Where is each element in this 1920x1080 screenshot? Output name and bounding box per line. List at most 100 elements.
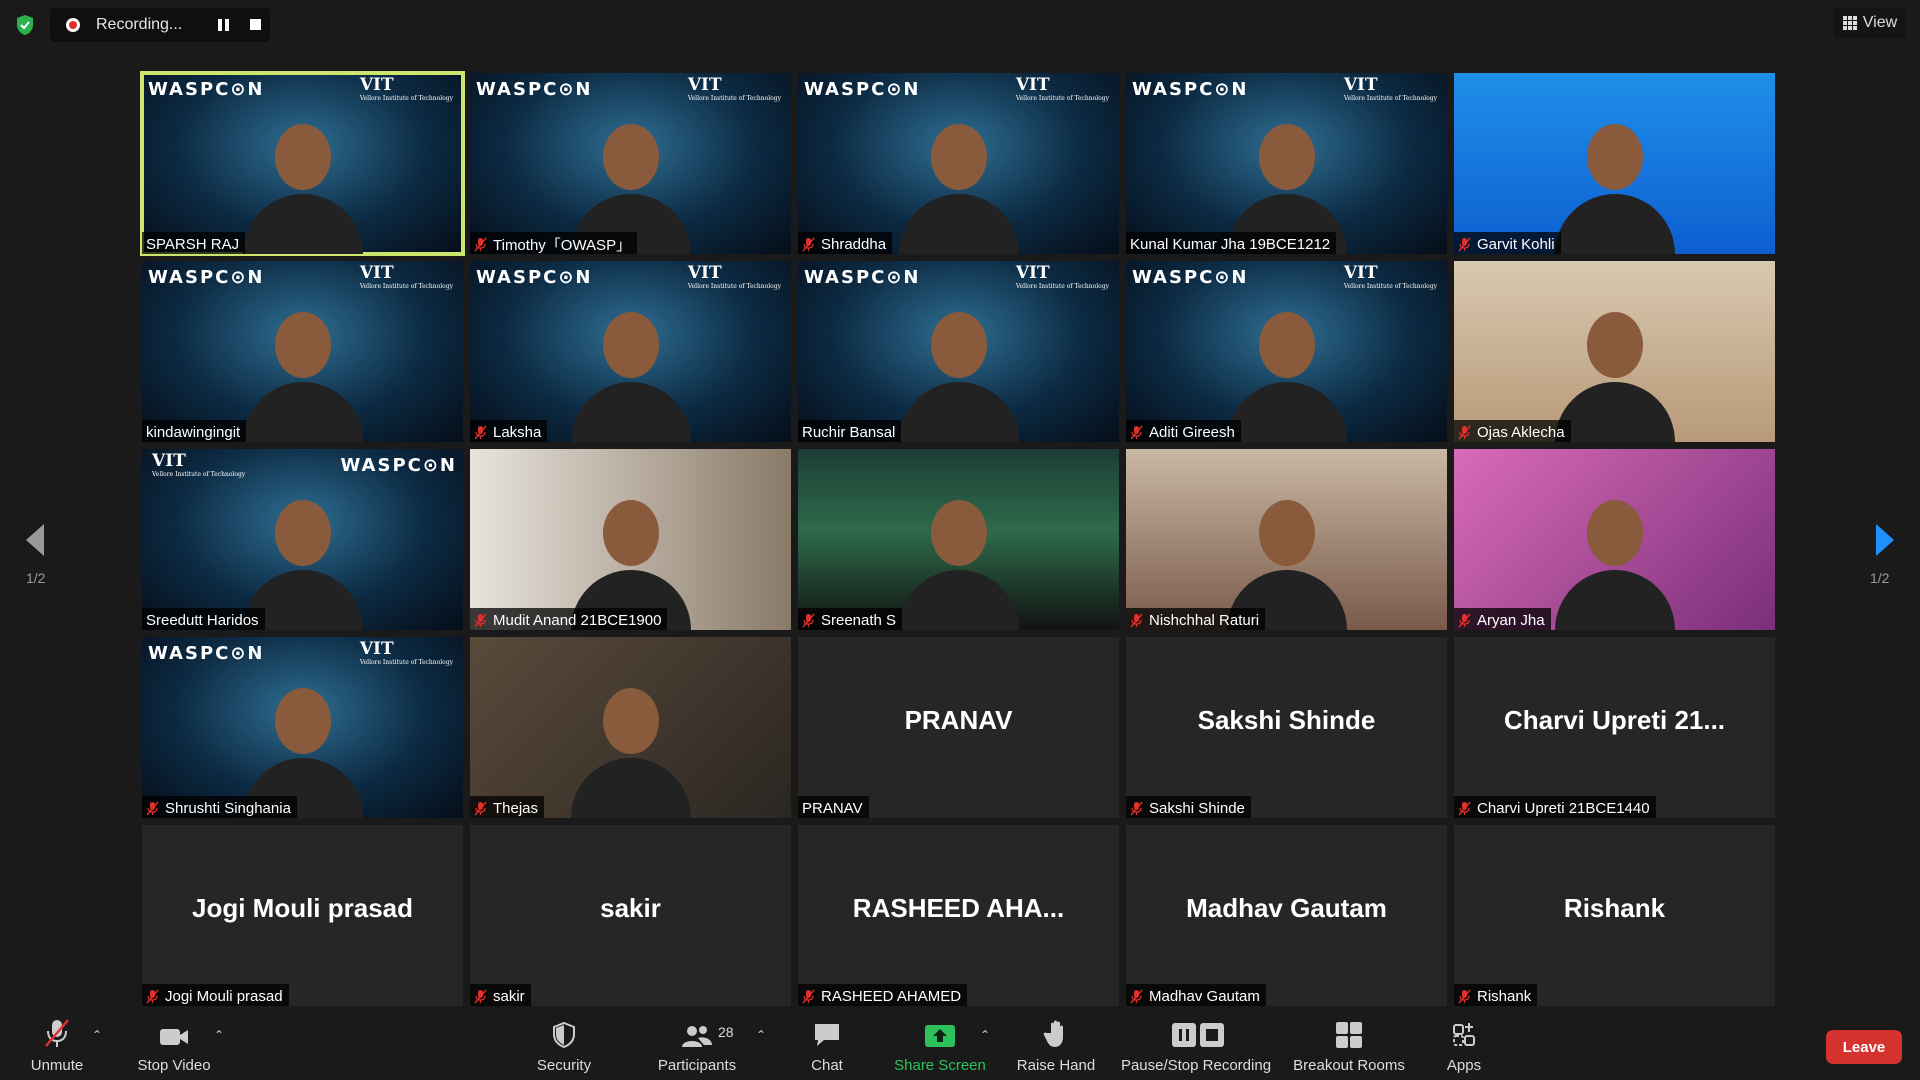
pause-recording-icon[interactable] xyxy=(216,18,230,32)
participant-name-tag: RASHEED AHAMED xyxy=(798,984,968,1006)
participant-tile[interactable]: sakir sakir xyxy=(470,825,791,1006)
apps-icon xyxy=(1453,1023,1475,1046)
participant-display-name: Sakshi Shinde xyxy=(1197,705,1376,735)
participant-name-tag: Garvit Kohli xyxy=(1454,232,1561,254)
participants-button[interactable]: Participants xyxy=(652,1010,742,1080)
muted-microphone-icon xyxy=(1458,989,1477,1004)
chat-bubble-icon xyxy=(815,1024,839,1046)
participant-name: Ojas Aklecha xyxy=(1477,423,1565,441)
participant-tile[interactable]: WASPC⊙N VIT Vellore Institute of Technolog… xyxy=(140,71,465,256)
muted-microphone-icon xyxy=(1458,425,1477,440)
chat-button[interactable]: Chat xyxy=(806,1010,848,1080)
participant-video-feed xyxy=(1554,480,1675,630)
vit-background-logo: VIT Vellore Institute of Technology xyxy=(1344,75,1437,102)
audio-options-caret-icon[interactable]: ⌃ xyxy=(92,1028,102,1042)
participant-tile[interactable]: RASHEED AHA... RASHEED AHAMED xyxy=(798,825,1119,1006)
participant-name-tag: Jogi Mouli prasad xyxy=(142,984,289,1006)
participant-name-tag: Aditi Gireesh xyxy=(1126,420,1241,442)
previous-page-arrow-icon[interactable] xyxy=(22,520,46,560)
participant-display-name: RASHEED AHA... xyxy=(852,893,1065,923)
participant-tile[interactable]: PRANAV PRANAV xyxy=(798,637,1119,818)
vit-logo-text: VIT xyxy=(1343,75,1378,95)
pause-stop-recording-button[interactable]: Pause/Stop Recording xyxy=(1120,1010,1272,1080)
participant-tile[interactable]: WASPC⊙N VIT Vellore Institute of Technolog… xyxy=(142,637,463,818)
vit-logo-subtitle: Vellore Institute of Technology xyxy=(359,659,453,666)
raise-hand-button[interactable]: Raise Hand xyxy=(1016,1010,1096,1080)
participant-tile[interactable]: WASPC⊙N VIT Vellore Institute of Technolog… xyxy=(142,261,463,442)
vit-logo-subtitle: Vellore Institute of Technology xyxy=(359,283,453,290)
participant-name-tag: Aryan Jha xyxy=(1454,608,1551,630)
stop-recording-icon[interactable] xyxy=(249,18,263,32)
participant-video-feed xyxy=(1554,292,1675,442)
participants-options-caret-icon[interactable]: ⌃ xyxy=(756,1028,766,1042)
participant-name: Ruchir Bansal xyxy=(802,423,896,441)
share-options-caret-icon[interactable]: ⌃ xyxy=(980,1028,990,1042)
apps-button[interactable]: Apps xyxy=(1444,1010,1484,1080)
participant-name: Sreenath S xyxy=(821,611,897,629)
vit-background-logo: VIT Vellore Institute of Technology xyxy=(152,451,245,478)
participant-tile[interactable]: WASPC⊙N VIT Vellore Institute of Technolog… xyxy=(798,73,1119,254)
vit-background-logo: VIT Vellore Institute of Technology xyxy=(360,75,453,102)
participant-name: Jogi Mouli prasad xyxy=(165,987,283,1005)
vit-background-logo: VIT Vellore Institute of Technology xyxy=(360,639,453,666)
participant-name-tag: Madhav Gautam xyxy=(1126,984,1266,1006)
participant-name-tag: Sakshi Shinde xyxy=(1126,796,1251,818)
participant-tile[interactable]: Jogi Mouli prasad Jogi Mouli prasad xyxy=(142,825,463,1006)
muted-microphone-icon xyxy=(1130,425,1149,440)
breakout-rooms-button[interactable]: Breakout Rooms xyxy=(1290,1010,1408,1080)
muted-microphone-icon xyxy=(474,425,493,440)
participant-tile[interactable]: Sreenath S xyxy=(798,449,1119,630)
next-page-arrow-icon[interactable] xyxy=(1874,520,1898,560)
participant-name: Timothy「OWASP」 xyxy=(493,236,632,254)
participant-tile[interactable]: Aryan Jha xyxy=(1454,449,1775,630)
encryption-shield-icon[interactable] xyxy=(14,14,36,36)
share-screen-button[interactable]: Share Screen xyxy=(892,1010,988,1080)
meeting-top-bar: Recording... View xyxy=(0,0,1920,50)
participant-name-tag: Sreenath S xyxy=(798,608,903,630)
stop-video-button[interactable]: Stop Video xyxy=(134,1010,214,1080)
participant-display-name: Madhav Gautam xyxy=(1186,893,1387,923)
vit-logo-text: VIT xyxy=(152,451,186,471)
participant-tile[interactable]: Sakshi Shinde Sakshi Shinde xyxy=(1126,637,1447,818)
vit-logo-subtitle: Vellore Institute of Technology xyxy=(1343,283,1437,290)
vit-logo-text: VIT xyxy=(1015,263,1050,283)
participant-tile[interactable]: WASPC⊙N VIT Vellore Institute of Technolog… xyxy=(1126,73,1447,254)
participant-name-tag: Sreedutt Haridos xyxy=(142,608,265,630)
muted-microphone-icon xyxy=(146,989,165,1004)
vit-logo-subtitle: Vellore Institute of Technology xyxy=(359,95,453,102)
participant-tile[interactable]: Rishank Rishank xyxy=(1454,825,1775,1006)
participant-tile[interactable]: Thejas xyxy=(470,637,791,818)
participant-tile[interactable]: WASPC⊙N VIT Vellore Institute of Technolog… xyxy=(470,261,791,442)
participant-tile[interactable]: Charvi Upreti 21... Charvi Upreti 21BCE14… xyxy=(1454,637,1775,818)
vit-logo-subtitle: Vellore Institute of Technology xyxy=(687,95,781,102)
stop-video-label: Stop Video xyxy=(137,1057,211,1074)
participant-name-tag: PRANAV xyxy=(798,796,869,818)
security-button[interactable]: Security xyxy=(528,1010,600,1080)
participant-tile[interactable]: Madhav Gautam Madhav Gautam xyxy=(1126,825,1447,1006)
video-options-caret-icon[interactable]: ⌃ xyxy=(214,1028,224,1042)
vit-logo-subtitle: Vellore Institute of Technology xyxy=(152,471,246,478)
page-indicator-left: 1/2 xyxy=(26,570,46,586)
participant-tile[interactable]: WASPC⊙N VIT Vellore Institute of Technolog… xyxy=(470,73,791,254)
participant-tile[interactable]: Ojas Aklecha xyxy=(1454,261,1775,442)
participant-name: Sreedutt Haridos xyxy=(146,611,259,629)
leave-button[interactable]: Leave xyxy=(1826,1030,1902,1064)
waspcon-background-logo: WASPC⊙N xyxy=(340,455,457,476)
raise-hand-label: Raise Hand xyxy=(1016,1057,1096,1074)
participant-name: Kunal Kumar Jha 19BCE1212 xyxy=(1130,235,1331,253)
participant-tile[interactable]: Garvit Kohli xyxy=(1454,73,1775,254)
participant-tile[interactable]: WASPC⊙N VIT Vellore Institute of Technolog… xyxy=(1126,261,1447,442)
view-button[interactable]: View xyxy=(1834,8,1906,38)
unmute-button[interactable]: Unmute xyxy=(26,1010,88,1080)
view-label: View xyxy=(1862,14,1898,31)
participant-display-name: PRANAV xyxy=(904,705,1013,735)
vit-logo-subtitle: Vellore Institute of Technology xyxy=(1015,283,1109,290)
participant-tile[interactable]: WASPC⊙N VIT Vellore Institute of Technolog… xyxy=(142,449,463,630)
waspcon-background-logo: WASPC⊙N xyxy=(1132,267,1249,288)
participant-tile[interactable]: WASPC⊙N VIT Vellore Institute of Technolog… xyxy=(798,261,1119,442)
participant-tile[interactable]: Mudit Anand 21BCE1900 xyxy=(470,449,791,630)
muted-microphone-icon xyxy=(146,801,165,816)
grid-view-icon xyxy=(1842,16,1857,30)
participant-tile[interactable]: Nishchhal Raturi xyxy=(1126,449,1447,630)
security-shield-icon xyxy=(553,1021,575,1049)
